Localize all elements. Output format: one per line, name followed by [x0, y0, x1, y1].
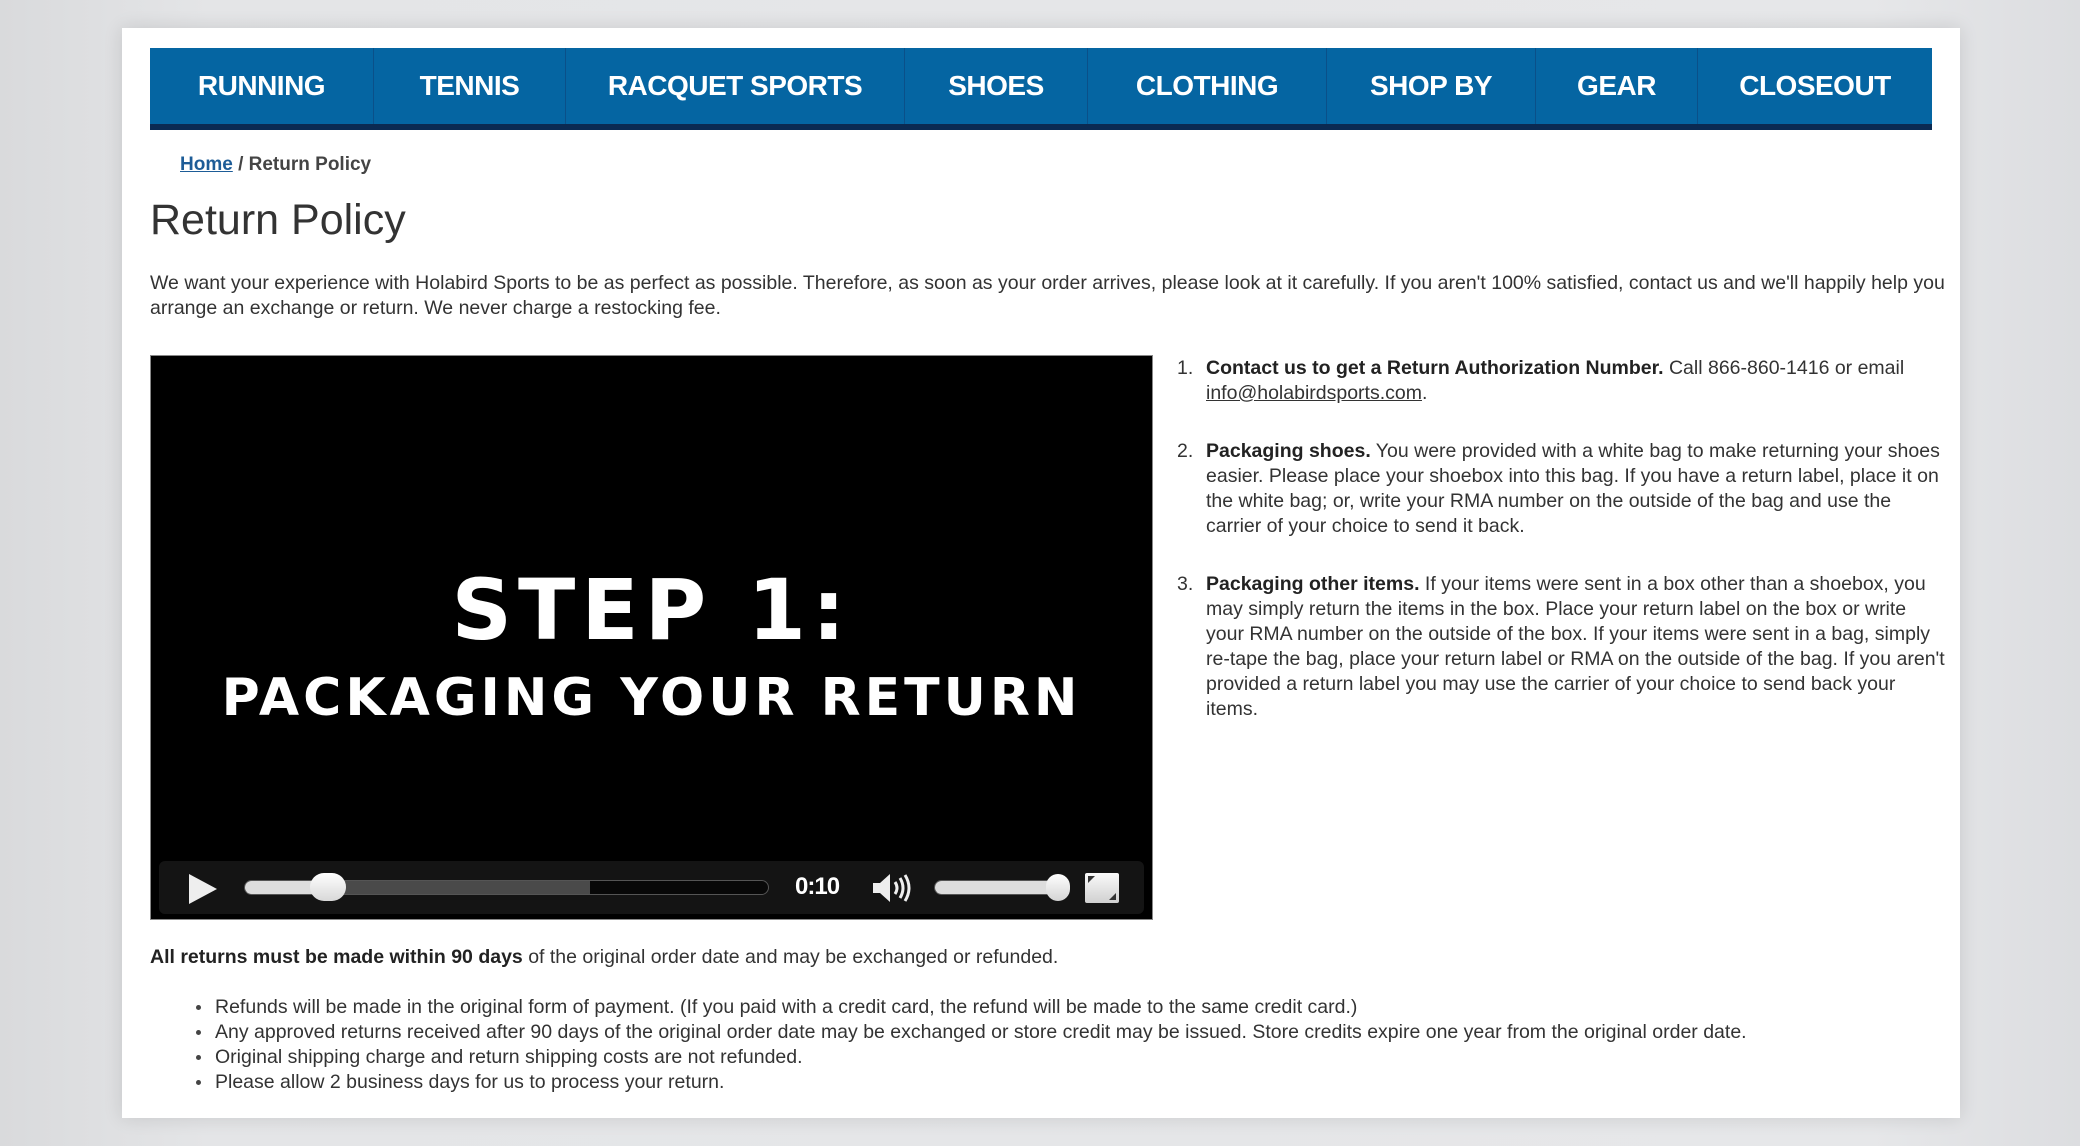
step-text: If your items were sent in a box other t…	[1206, 573, 1945, 720]
main-nav: RUNNING TENNIS RACQUET SPORTS SHOES CLOT…	[150, 48, 1932, 130]
volume-icon[interactable]	[871, 872, 915, 904]
step-title: Packaging shoes.	[1206, 440, 1371, 462]
video-title-step: STEP 1:	[451, 561, 852, 659]
breadcrumb-separator: /	[232, 154, 249, 175]
step-item: 1. Contact us to get a Return Authorizat…	[1177, 356, 1947, 406]
nav-item-clothing[interactable]: CLOTHING	[1088, 48, 1327, 124]
step-content: Packaging other items. If your items wer…	[1206, 572, 1947, 722]
volume-thumb[interactable]	[1045, 874, 1070, 901]
seek-thumb[interactable]	[310, 873, 346, 901]
play-icon[interactable]	[189, 874, 217, 904]
breadcrumb-home-link[interactable]: Home	[180, 154, 233, 175]
step-number: 2.	[1177, 440, 1194, 462]
nav-item-running[interactable]: RUNNING	[150, 48, 374, 124]
step-item: 2. Packaging shoes. You were provided wi…	[1177, 439, 1947, 539]
step-number: 1.	[1177, 357, 1194, 379]
volume-fill	[935, 881, 1057, 894]
step-number: 3.	[1177, 573, 1194, 595]
video-player[interactable]: STEP 1: PACKAGING YOUR RETURN 0:10	[150, 355, 1153, 920]
policy-bullet: Original shipping charge and return ship…	[192, 1045, 1747, 1070]
policy-bullet: Refunds will be made in the original for…	[192, 995, 1747, 1020]
step-item: 3. Packaging other items. If your items …	[1177, 572, 1947, 722]
breadcrumb-current: Return Policy	[248, 154, 372, 175]
notice-bold: All returns must be made within 90 days	[150, 946, 523, 968]
notice-text: of the original order date and may be ex…	[522, 946, 1059, 968]
nav-item-gear[interactable]: GEAR	[1536, 48, 1698, 124]
return-steps-list: 1. Contact us to get a Return Authorizat…	[1177, 356, 1947, 755]
fullscreen-icon[interactable]	[1085, 873, 1119, 903]
policy-bullet: Please allow 2 business days for us to p…	[192, 1070, 1747, 1095]
step-content: Contact us to get a Return Authorization…	[1206, 356, 1947, 406]
nav-item-closeout[interactable]: CLOSEOUT	[1698, 48, 1932, 124]
policy-bullet: Any approved returns received after 90 d…	[192, 1020, 1747, 1045]
email-link[interactable]: info@holabirdsports.com	[1206, 382, 1422, 404]
step-content: Packaging shoes. You were provided with …	[1206, 439, 1947, 539]
nav-item-racquet-sports[interactable]: RACQUET SPORTS	[566, 48, 905, 124]
page-card: RUNNING TENNIS RACQUET SPORTS SHOES CLOT…	[122, 28, 1960, 1118]
nav-item-tennis[interactable]: TENNIS	[374, 48, 566, 124]
page-title: Return Policy	[150, 196, 406, 244]
step-text-end: .	[1421, 382, 1428, 404]
step-title: Contact us to get a Return Authorization…	[1206, 357, 1664, 379]
video-controls: 0:10	[159, 861, 1144, 914]
breadcrumb: Home / Return Policy	[180, 154, 371, 176]
video-title-subtitle: PACKAGING YOUR RETURN	[221, 668, 1082, 728]
volume-slider[interactable]	[934, 880, 1064, 895]
policy-bullets: Refunds will be made in the original for…	[192, 995, 1747, 1095]
nav-item-shoes[interactable]: SHOES	[905, 48, 1088, 124]
return-window-notice: All returns must be made within 90 days …	[150, 946, 1058, 969]
nav-item-shop-by[interactable]: SHOP BY	[1327, 48, 1536, 124]
intro-paragraph: We want your experience with Holabird Sp…	[150, 272, 1945, 319]
step-text: Call 866-860-1416 or email	[1663, 357, 1910, 379]
video-time: 0:10	[795, 873, 840, 900]
step-title: Packaging other items.	[1206, 573, 1420, 595]
